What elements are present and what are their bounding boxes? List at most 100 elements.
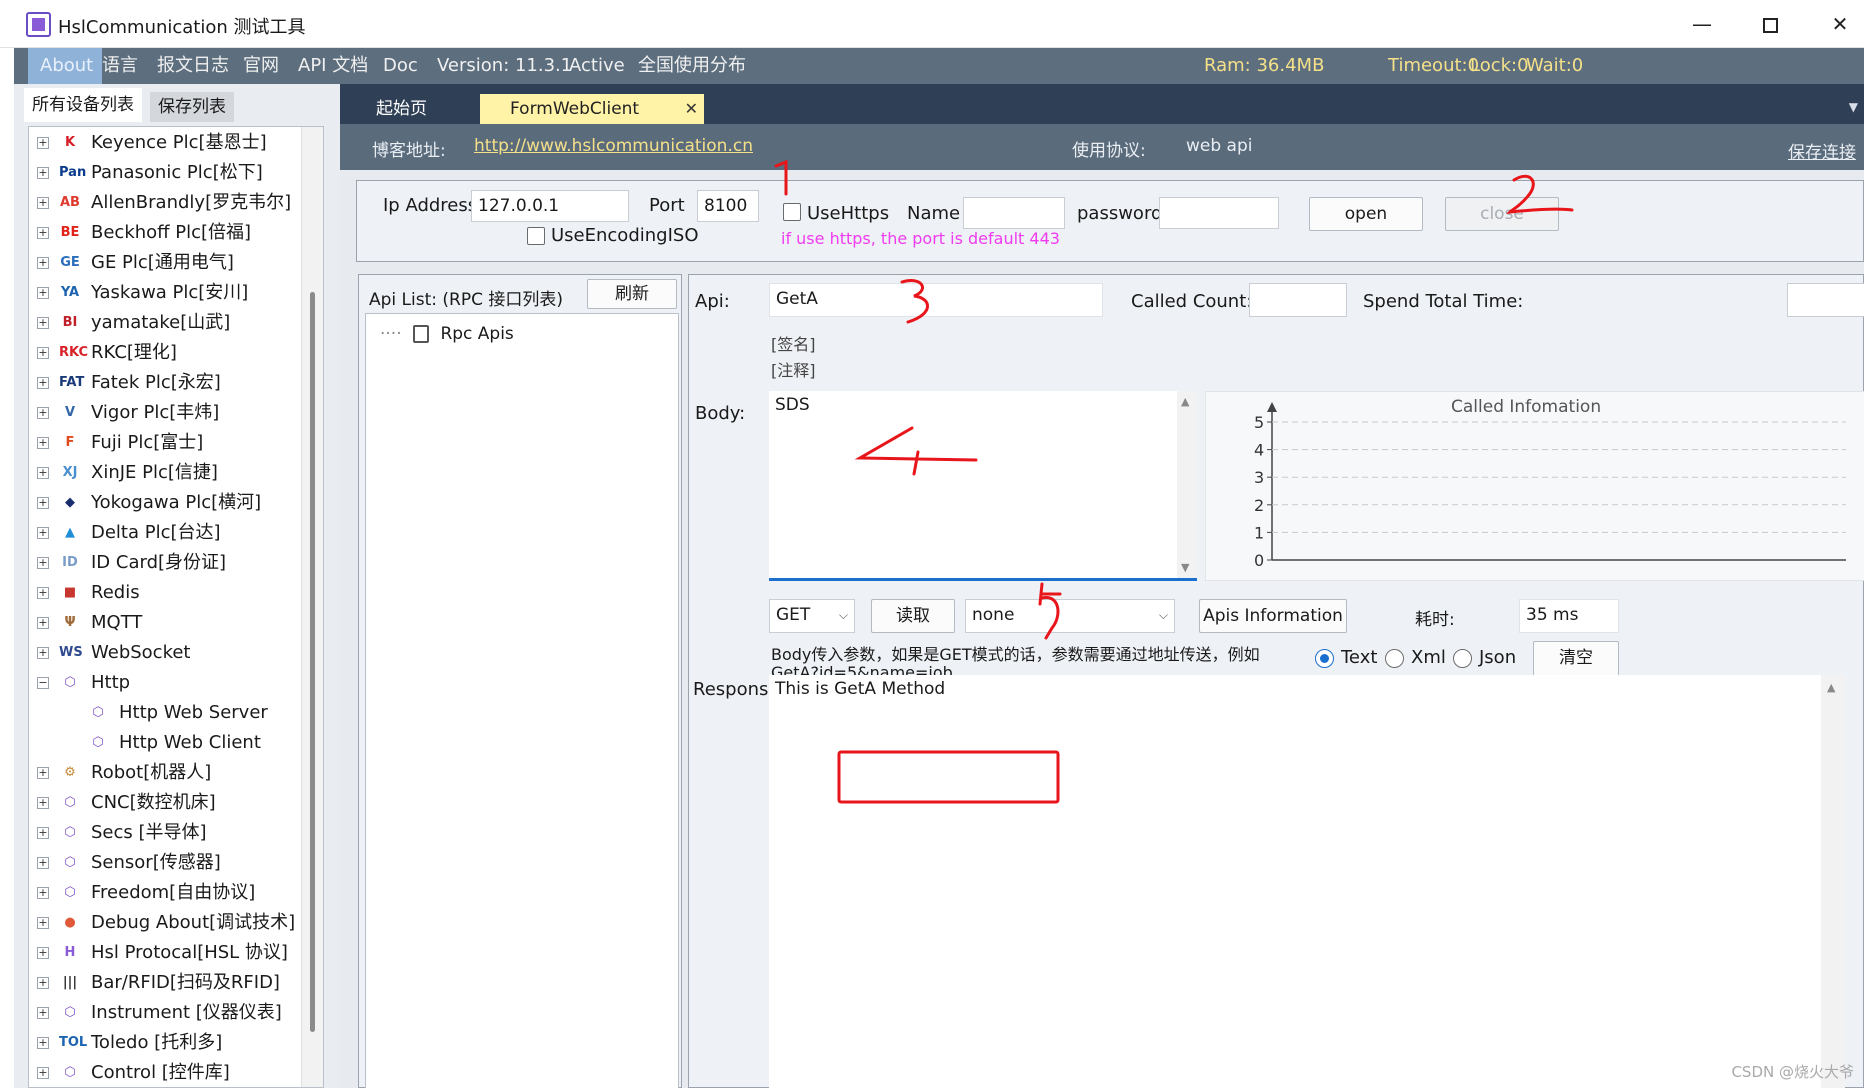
rkc-icon: RKC <box>59 345 89 360</box>
expand-icon[interactable]: + <box>37 317 49 329</box>
close-button[interactable]: close <box>1445 197 1559 231</box>
expand-icon[interactable]: + <box>37 977 49 989</box>
status-wait: Wait:0 <box>1526 55 1584 76</box>
expand-icon[interactable]: + <box>37 257 49 269</box>
response-label: Response <box>693 679 780 700</box>
password-input[interactable] <box>1159 197 1279 229</box>
expand-icon[interactable]: + <box>37 137 49 149</box>
method-select-value: GET <box>776 605 811 625</box>
expand-icon[interactable]: + <box>37 287 49 299</box>
tree-connector: ···· <box>380 324 402 344</box>
delta-icon: ▲ <box>65 525 75 540</box>
response-textarea[interactable]: This is GetA Method ▲ <box>769 675 1845 1088</box>
save-connection-link[interactable]: 保存连接 <box>1788 138 1856 163</box>
menu-active[interactable]: Active <box>569 48 625 84</box>
method-select[interactable]: GET ⌵ <box>769 599 855 633</box>
menu-api-doc[interactable]: API 文档 <box>298 48 368 84</box>
expand-icon[interactable]: + <box>37 497 49 509</box>
use-https-checkbox[interactable] <box>783 203 801 221</box>
expand-icon[interactable]: + <box>37 167 49 179</box>
chart-y-tick-label: 5 <box>1254 413 1264 432</box>
scroll-up-icon[interactable]: ▲ <box>1181 395 1189 408</box>
refresh-button[interactable]: 刷新 <box>587 279 677 309</box>
expand-icon[interactable]: + <box>37 197 49 209</box>
xinje-icon: XJ <box>62 465 78 480</box>
tree-scrollbar-thumb[interactable] <box>310 292 315 1032</box>
expand-icon[interactable]: + <box>37 527 49 539</box>
close-tab-icon[interactable]: ✕ <box>685 94 698 124</box>
expand-icon[interactable]: + <box>37 617 49 629</box>
scroll-down-icon[interactable]: ▼ <box>1181 561 1189 574</box>
expand-icon[interactable]: + <box>37 887 49 899</box>
tab-all-devices[interactable]: 所有设备列表 <box>24 88 142 122</box>
menu-language[interactable]: 语言 <box>102 48 138 84</box>
menu-usage-map[interactable]: 全国使用分布 <box>638 48 746 84</box>
collapse-icon[interactable]: − <box>37 677 49 689</box>
tree-item-label: AllenBrandly[罗克韦尔] <box>91 192 292 213</box>
ip-address-input[interactable]: 127.0.0.1 <box>471 190 629 222</box>
expand-icon[interactable]: + <box>37 947 49 959</box>
minimize-button[interactable]: — <box>1680 10 1724 38</box>
close-window-button[interactable]: ✕ <box>1818 10 1862 38</box>
tree-item-label: ID Card[身份证] <box>91 552 227 573</box>
expand-icon[interactable]: + <box>37 797 49 809</box>
format-json-radio[interactable] <box>1453 649 1472 668</box>
expand-icon[interactable]: + <box>37 857 49 869</box>
tree-item-label: XinJE Plc[信捷] <box>91 462 218 483</box>
format-select[interactable]: none ⌵ <box>965 599 1175 633</box>
expand-icon[interactable]: + <box>37 437 49 449</box>
body-label: Body: <box>695 403 746 424</box>
menu-about[interactable]: About <box>28 48 102 84</box>
menu-version[interactable]: Version: 11.3.1 <box>437 48 572 84</box>
tab-home[interactable]: 起始页 <box>376 94 427 124</box>
expand-icon[interactable]: + <box>37 1067 49 1079</box>
instrument-icon: ⬡ <box>64 1005 76 1020</box>
expand-icon[interactable]: + <box>37 1037 49 1049</box>
expand-icon[interactable]: + <box>37 767 49 779</box>
expand-icon[interactable]: + <box>37 827 49 839</box>
expand-icon[interactable]: + <box>37 227 49 239</box>
blog-link[interactable]: http://www.hslcommunication.cn <box>474 136 753 156</box>
apis-information-button[interactable]: Apis Information <box>1199 599 1347 633</box>
robot-icon: ⚙ <box>64 765 76 780</box>
read-button[interactable]: 读取 <box>871 599 955 633</box>
expand-icon[interactable]: + <box>37 407 49 419</box>
port-input[interactable]: 8100 <box>697 190 759 222</box>
menu-message-log[interactable]: 报文日志 <box>157 48 229 84</box>
ip-address-label: Ip Address <box>383 195 478 216</box>
chart-title: Called Infomation <box>1451 397 1601 417</box>
rpc-apis-node[interactable]: ···· Rpc Apis <box>380 324 514 344</box>
http-web-server-icon: ⬡ <box>92 705 104 720</box>
use-encoding-iso-checkbox[interactable] <box>527 227 545 245</box>
menu-website[interactable]: 官网 <box>243 48 279 84</box>
format-text-radio[interactable] <box>1315 649 1334 668</box>
scroll-up-icon[interactable]: ▲ <box>1827 681 1835 694</box>
expand-icon[interactable]: + <box>37 377 49 389</box>
body-textarea[interactable]: SDS ▲ ▼ <box>769 391 1197 581</box>
expand-icon[interactable]: + <box>37 917 49 929</box>
tab-saved-list[interactable]: 保存列表 <box>150 92 234 122</box>
clear-button[interactable]: 清空 <box>1533 641 1619 677</box>
format-json-label: Json <box>1479 647 1517 668</box>
expand-icon[interactable]: + <box>37 557 49 569</box>
expand-icon[interactable]: + <box>37 647 49 659</box>
tree-scrollbar[interactable] <box>301 127 323 1087</box>
tree-item-label: Http <box>91 672 131 693</box>
tab-form-web-client[interactable]: FormWebClient ✕ <box>480 94 704 124</box>
tab-dropdown-icon[interactable]: ▼ <box>1849 100 1858 114</box>
maximize-button[interactable] <box>1748 10 1792 38</box>
api-list-panel: Api List: (RPC 接口列表) 刷新 ···· Rpc Apis <box>358 274 682 1088</box>
api-input[interactable]: GetA <box>769 283 1103 317</box>
open-button[interactable]: open <box>1309 197 1423 231</box>
expand-icon[interactable]: + <box>37 467 49 479</box>
body-scrollbar[interactable]: ▲ ▼ <box>1177 391 1197 578</box>
expand-icon[interactable]: + <box>37 1007 49 1019</box>
menu-doc[interactable]: Doc <box>383 48 418 84</box>
expand-icon[interactable]: + <box>37 347 49 359</box>
expand-icon[interactable]: + <box>37 587 49 599</box>
response-scrollbar[interactable]: ▲ <box>1821 675 1845 1088</box>
format-xml-radio[interactable] <box>1385 649 1404 668</box>
maximize-icon <box>1762 18 1778 33</box>
tree-item-label: CNC[数控机床] <box>91 792 216 813</box>
name-input[interactable] <box>963 197 1065 229</box>
